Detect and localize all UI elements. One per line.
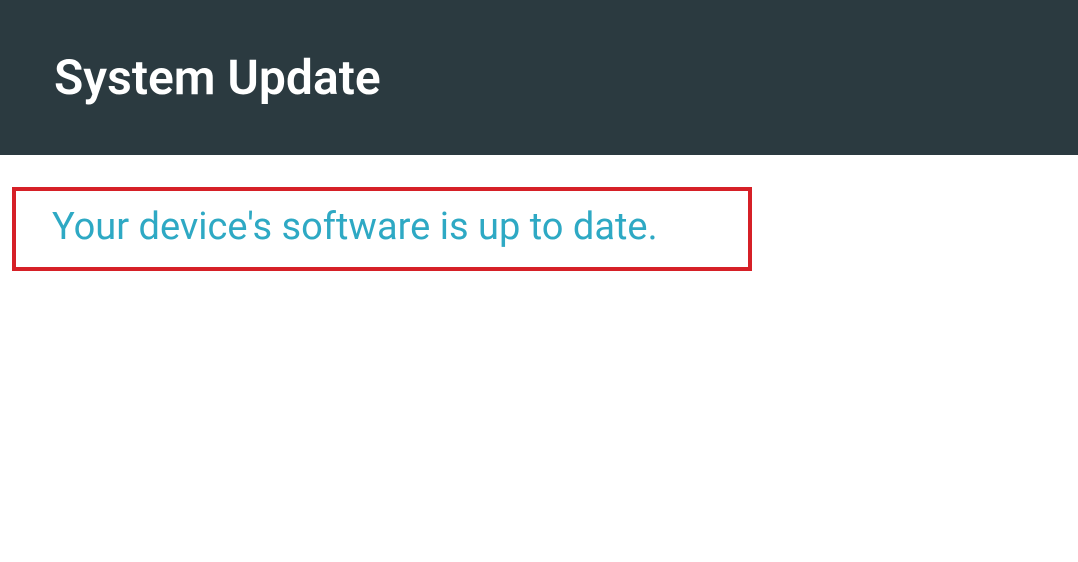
update-status-text: Your device's software is up to date. <box>52 205 658 249</box>
page-title: System Update <box>54 49 381 106</box>
content-area: Your device's software is up to date. <box>0 155 1078 303</box>
status-highlight-box: Your device's software is up to date. <box>12 187 752 271</box>
header-bar: System Update <box>0 0 1078 155</box>
